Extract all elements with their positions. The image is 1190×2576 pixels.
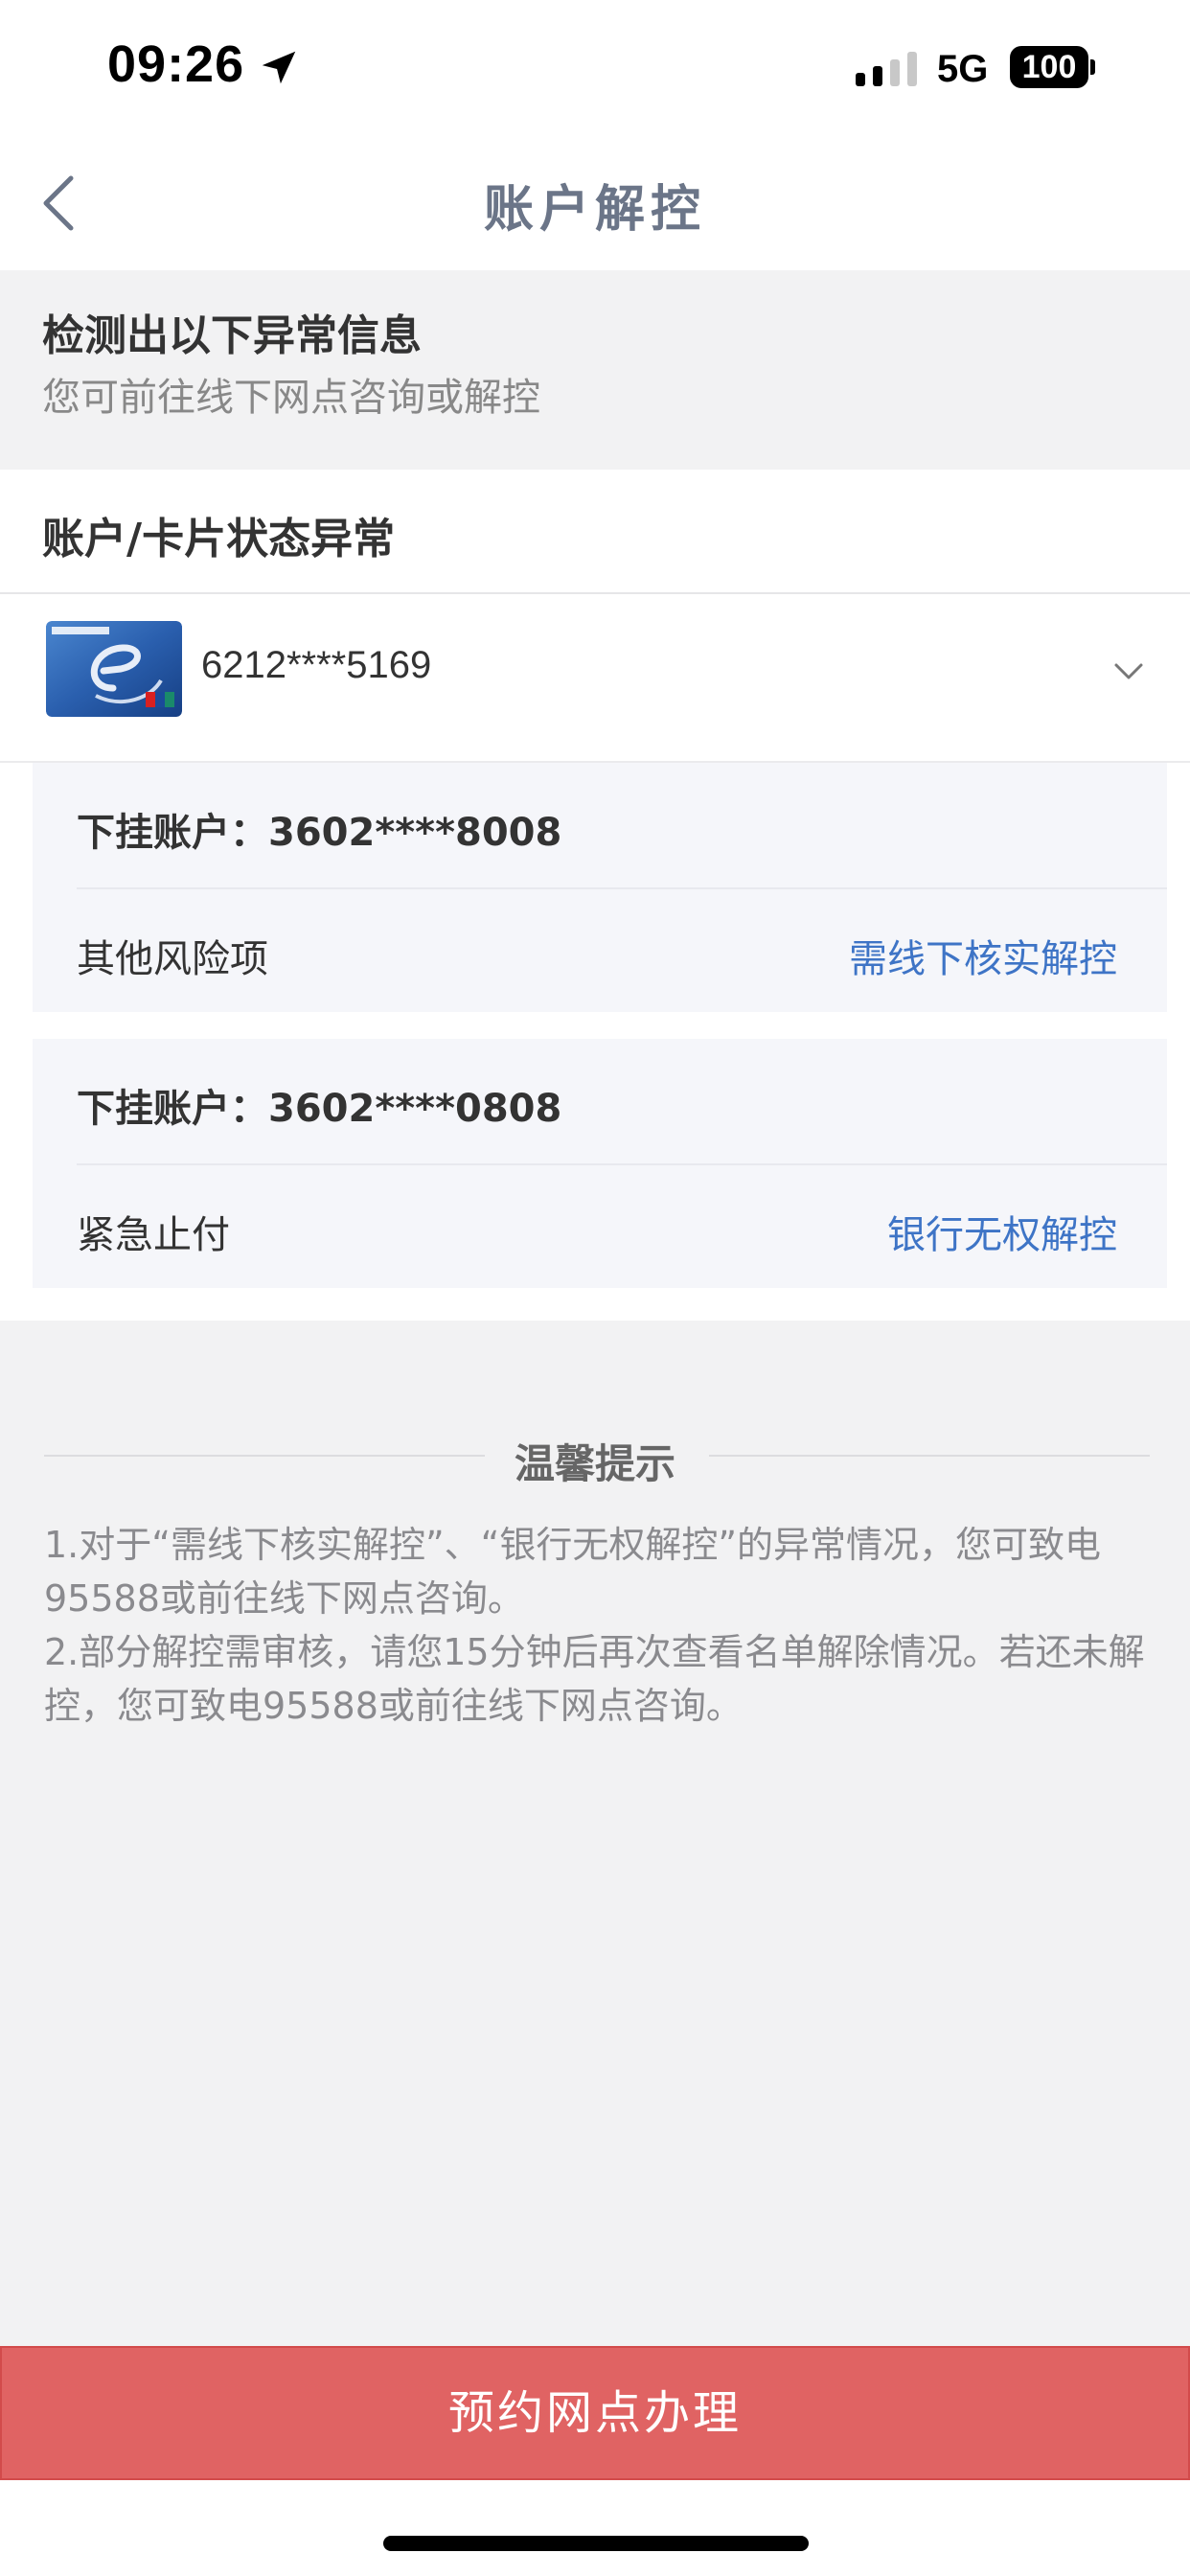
account-status-card: 账户/卡片状态异常 6212****5169 下挂账户：3602****8008… (0, 470, 1190, 1321)
cellular-signal-icon (856, 52, 917, 86)
page-title: 账户解控 (483, 181, 706, 239)
status-bar: 09:26 5G 100 (0, 0, 1190, 134)
tips-section: 温馨提示 1.对于“需线下核实解控”、“银行无权解控”的异常情况，您可致电955… (0, 1321, 1190, 2346)
card-number: 6212****5169 (201, 644, 432, 686)
network-type: 5G (937, 48, 989, 90)
notice-title: 检测出以下异常信息 (42, 311, 422, 360)
notice-subtitle: 您可前往线下网点咨询或解控 (42, 376, 540, 420)
home-indicator[interactable] (383, 2536, 809, 2551)
sub-account-label: 下挂账户：3602****0808 (77, 1087, 562, 1131)
sub-account-item: 下挂账户：3602****0808 紧急止付 银行无权解控 (33, 1039, 1167, 1288)
sub-account-item: 下挂账户：3602****8008 其他风险项 需线下核实解控 (33, 763, 1167, 1012)
bank-card-image (46, 621, 182, 717)
tips-title: 温馨提示 (514, 1440, 675, 1487)
divider (77, 1163, 1167, 1165)
book-branch-button[interactable]: 预约网点办理 (0, 2346, 1190, 2480)
battery-tip (1090, 59, 1095, 75)
risk-type: 紧急止付 (77, 1213, 230, 1257)
divider (77, 887, 1167, 889)
nav-bar: 账户解控 (0, 134, 1190, 270)
unlock-action-link[interactable]: 银行无权解控 (887, 1204, 1117, 1259)
tip-item: 1.对于“需线下核实解控”、“银行无权解控”的异常情况，您可致电95588或前往… (44, 1524, 1102, 1620)
location-arrow-icon (262, 51, 296, 84)
tip-item: 2.部分解控需审核，请您15分钟后再次查看名单解除情况。若还未解控，您可致电95… (44, 1631, 1145, 1727)
tips-body: 1.对于“需线下核实解控”、“银行无权解控”的异常情况，您可致电95588或前往… (44, 1518, 1146, 1733)
unlock-action-link[interactable]: 需线下核实解控 (849, 928, 1117, 983)
notice-section: 检测出以下异常信息 您可前往线下网点咨询或解控 (0, 270, 1190, 470)
status-heading: 账户/卡片状态异常 (42, 515, 396, 564)
chevron-down-icon[interactable] (1113, 661, 1144, 682)
status-time: 09:26 (107, 35, 245, 93)
sub-account-label: 下挂账户：3602****8008 (77, 811, 562, 855)
risk-type: 其他风险项 (77, 937, 268, 981)
bank-card-row[interactable]: 6212****5169 (0, 594, 1190, 763)
battery-icon: 100 (1010, 46, 1095, 88)
bottom-safe-area (0, 2480, 1190, 2576)
divider (709, 1455, 1150, 1457)
battery-level: 100 (1010, 46, 1088, 88)
